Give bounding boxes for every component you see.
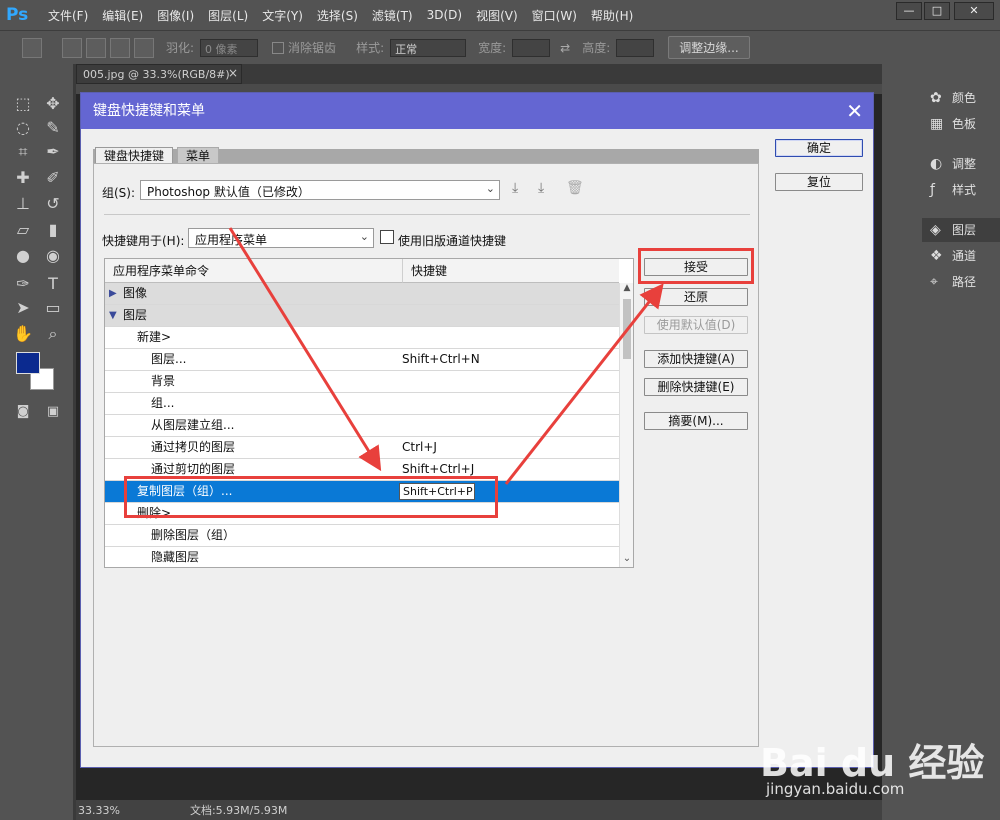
arrow-to-selected-row	[228, 227, 382, 472]
watermark-url: jingyan.baidu.com	[766, 780, 905, 798]
watermark-brand: Bai du 经验	[760, 741, 985, 785]
arrow-to-accept-button	[504, 283, 664, 485]
annotation-arrows	[228, 227, 664, 485]
baidu-watermark: Bai du 经验 jingyan.baidu.com	[760, 722, 1000, 820]
